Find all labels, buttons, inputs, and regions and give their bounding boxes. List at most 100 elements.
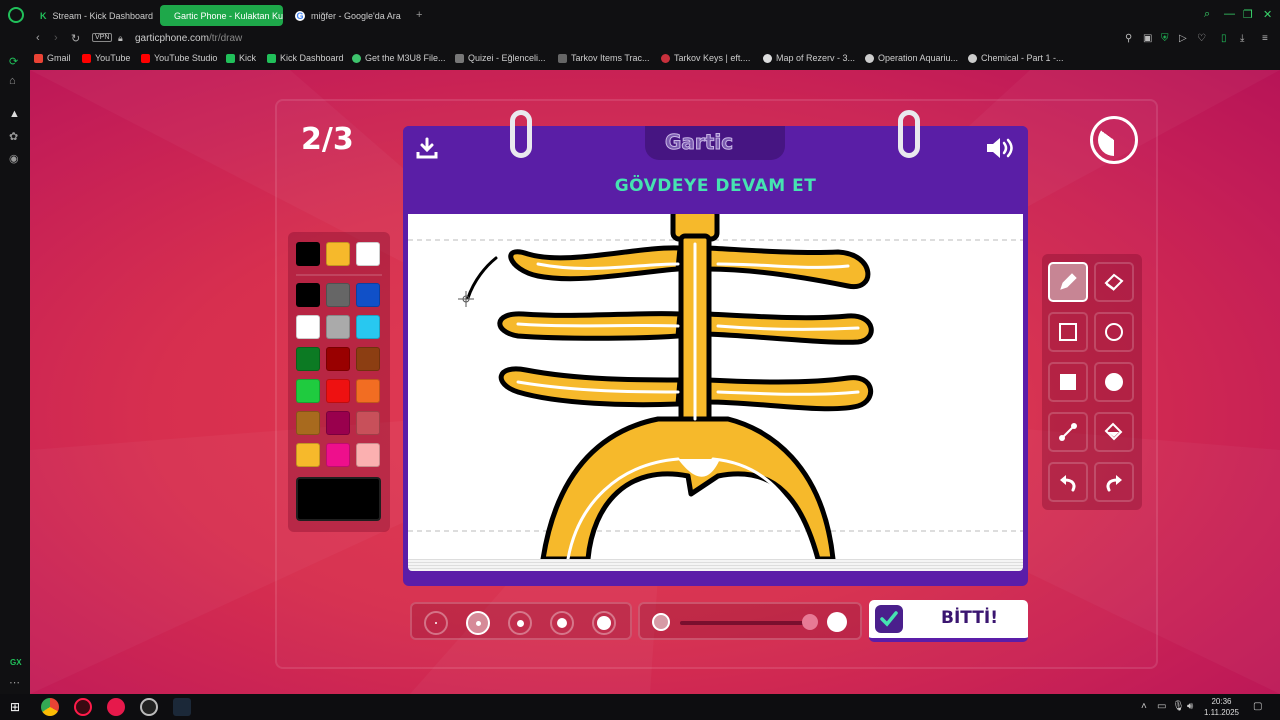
bookmark-tarkov-keys[interactable]: Tarkov Keys | eft.... bbox=[661, 53, 750, 63]
color-swatch[interactable] bbox=[356, 443, 380, 467]
snapshot-icon[interactable]: ▣ bbox=[1143, 33, 1152, 44]
bookmark-youtube-studio[interactable]: YouTube Studio bbox=[141, 53, 217, 63]
opacity-min-knob[interactable] bbox=[652, 613, 670, 631]
more-icon[interactable]: ⋯ bbox=[9, 676, 20, 689]
gx-corner-icon[interactable]: ⌂ bbox=[9, 75, 16, 87]
color-swatch[interactable] bbox=[296, 347, 320, 371]
color-swatch[interactable] bbox=[296, 411, 320, 435]
eraser-tool-button[interactable] bbox=[1094, 262, 1134, 302]
color-swatch[interactable] bbox=[296, 443, 320, 467]
bookmark-m3u8[interactable]: Get the M3U8 File... bbox=[352, 53, 446, 63]
color-swatch[interactable] bbox=[356, 411, 380, 435]
chrome-icon[interactable] bbox=[41, 698, 59, 716]
bookmark-youtube[interactable]: YouTube bbox=[82, 53, 130, 63]
ellipse-filled-tool-button[interactable] bbox=[1094, 362, 1134, 402]
color-swatch[interactable] bbox=[356, 242, 380, 266]
play-icon[interactable]: ▷ bbox=[1179, 33, 1187, 44]
forward-icon[interactable]: › bbox=[54, 32, 58, 44]
bookmark-chemical[interactable]: Chemical - Part 1 -... bbox=[968, 53, 1064, 63]
bookmark-map-rezerv[interactable]: Map of Rezerv - 3... bbox=[763, 53, 855, 63]
chevron-up-icon[interactable]: ˄ bbox=[1141, 701, 1147, 712]
ellipse-outline-tool-button[interactable] bbox=[1094, 312, 1134, 352]
brush-size-1[interactable] bbox=[424, 611, 448, 635]
bookmark-kick-dashboard[interactable]: Kick Dashboard bbox=[267, 53, 344, 63]
discord-icon[interactable]: ◉ bbox=[9, 152, 19, 165]
bookmark-quizei[interactable]: Quizei - Eğlenceli... bbox=[455, 53, 546, 63]
chatgpt-icon[interactable]: ✿ bbox=[9, 130, 18, 143]
gx-control-icon[interactable]: ⟳ bbox=[9, 55, 18, 68]
brush-size-4[interactable] bbox=[550, 611, 574, 635]
color-swatch[interactable] bbox=[356, 283, 380, 307]
opera-logo-icon[interactable] bbox=[8, 7, 24, 23]
obs-icon[interactable] bbox=[140, 698, 158, 716]
vpn-badge[interactable]: VPN bbox=[92, 33, 113, 42]
volume-icon[interactable] bbox=[985, 136, 1017, 160]
color-swatch[interactable] bbox=[326, 347, 350, 371]
color-swatch[interactable] bbox=[326, 411, 350, 435]
opacity-max-knob[interactable] bbox=[827, 612, 847, 632]
lock-icon[interactable]: 🔒︎ bbox=[118, 33, 123, 44]
pin-icon[interactable]: ⚲ bbox=[1125, 33, 1132, 44]
battery-icon[interactable]: ▯ bbox=[1221, 33, 1227, 44]
menu-icon[interactable]: ≡ bbox=[1262, 33, 1268, 44]
opacity-track[interactable] bbox=[680, 621, 810, 625]
reload-icon[interactable]: ↻ bbox=[71, 32, 80, 45]
network-icon[interactable]: ▭ bbox=[1157, 701, 1166, 712]
windows-start-icon[interactable]: ⊞ bbox=[10, 700, 20, 714]
back-icon[interactable]: ‹ bbox=[36, 32, 40, 44]
drawing-canvas[interactable] bbox=[408, 214, 1023, 559]
bookmark-gmail[interactable]: Gmail bbox=[34, 53, 71, 63]
redo-button[interactable] bbox=[1094, 462, 1134, 502]
color-swatch[interactable] bbox=[326, 315, 350, 339]
brush-size-3[interactable] bbox=[508, 611, 532, 635]
microphone-icon[interactable]: 🎙︎ bbox=[1172, 701, 1185, 712]
fill-tool-button[interactable] bbox=[1094, 412, 1134, 452]
pen-tool-button[interactable] bbox=[1048, 262, 1088, 302]
brush-size-5[interactable] bbox=[592, 611, 616, 635]
notification-icon[interactable]: ▢ bbox=[1253, 701, 1262, 712]
steam-icon[interactable] bbox=[173, 698, 191, 716]
rectangle-outline-tool-button[interactable] bbox=[1048, 312, 1088, 352]
color-swatch[interactable] bbox=[326, 379, 350, 403]
download-drawing-icon[interactable] bbox=[415, 136, 439, 160]
brush-size-2[interactable] bbox=[466, 611, 490, 635]
tab-google-search[interactable]: G miğfer - Google'da Ara bbox=[287, 5, 412, 26]
download-icon[interactable]: ⤓ bbox=[1240, 33, 1244, 44]
opacity-slider[interactable] bbox=[638, 602, 862, 640]
url-host: garticphone.com bbox=[135, 33, 209, 44]
color-swatch[interactable] bbox=[356, 315, 380, 339]
color-swatch[interactable] bbox=[326, 242, 350, 266]
speaker-icon[interactable]: 🔊︎ bbox=[1187, 701, 1193, 712]
rectangle-filled-tool-button[interactable] bbox=[1048, 362, 1088, 402]
opacity-handle[interactable] bbox=[802, 614, 818, 630]
color-swatch[interactable] bbox=[356, 379, 380, 403]
new-tab-button[interactable]: + bbox=[416, 9, 422, 21]
minimize-icon[interactable]: — bbox=[1224, 8, 1235, 20]
done-button[interactable]: BİTTİ! bbox=[869, 600, 1028, 642]
color-swatch[interactable] bbox=[326, 283, 350, 307]
heart-icon[interactable]: ♡ bbox=[1197, 33, 1206, 44]
undo-button[interactable] bbox=[1048, 462, 1088, 502]
taskbar-clock[interactable]: 20:36 1.11.2025 bbox=[1204, 696, 1239, 718]
color-swatch[interactable] bbox=[296, 379, 320, 403]
color-swatch[interactable] bbox=[326, 443, 350, 467]
color-swatch[interactable] bbox=[356, 347, 380, 371]
bookmark-tarkov-items[interactable]: Tarkov Items Trac... bbox=[558, 53, 650, 63]
timer-icon bbox=[1090, 116, 1138, 164]
bookmark-operation-aquarius[interactable]: Operation Aquariu... bbox=[865, 53, 958, 63]
bookmark-kick[interactable]: Kick bbox=[226, 53, 256, 63]
color-swatch[interactable] bbox=[296, 242, 320, 266]
shield-icon[interactable]: ⛨ bbox=[1161, 33, 1169, 44]
media-player-icon[interactable] bbox=[107, 698, 125, 716]
opera-gx-icon[interactable] bbox=[74, 698, 92, 716]
search-icon[interactable]: ⌕ bbox=[1204, 8, 1210, 21]
aria-icon[interactable]: ▲ bbox=[9, 108, 20, 120]
tab-gartic-phone[interactable]: Gartic Phone - Kulaktan Kulağa bbox=[160, 5, 283, 26]
maximize-icon[interactable]: ❐ bbox=[1243, 8, 1253, 21]
color-swatch[interactable] bbox=[296, 283, 320, 307]
tab-kick-dashboard[interactable]: K Stream - Kick Dashboard bbox=[32, 5, 157, 26]
color-swatch[interactable] bbox=[296, 315, 320, 339]
close-icon[interactable]: ✕ bbox=[1263, 8, 1272, 21]
url-field[interactable]: garticphone.com/tr/draw bbox=[135, 33, 242, 44]
line-tool-button[interactable] bbox=[1048, 412, 1088, 452]
